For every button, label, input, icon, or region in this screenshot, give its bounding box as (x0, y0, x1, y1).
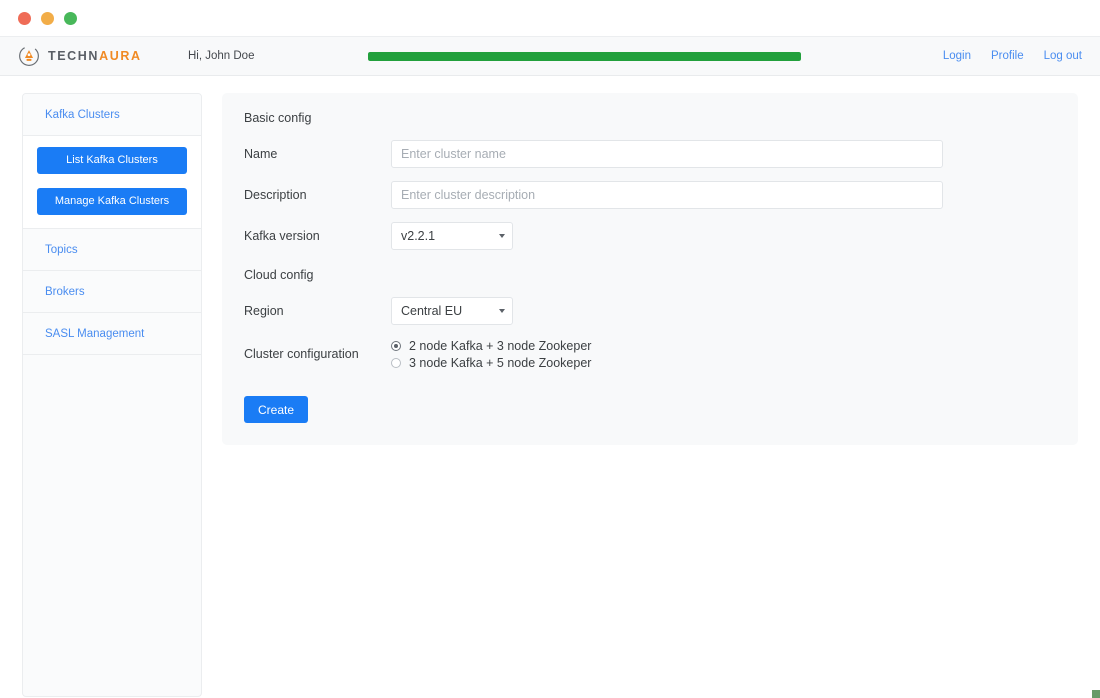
radio-option-label: 2 node Kafka + 3 node Zookeper (409, 339, 592, 353)
close-window-button[interactable] (18, 11, 31, 25)
page-body: Kafka Clusters List Kafka Clusters Manag… (0, 76, 1100, 697)
region-select[interactable]: Central EU (391, 297, 513, 325)
kafka-version-select[interactable]: v2.2.1 (391, 222, 513, 250)
create-cluster-button[interactable]: Create (244, 396, 308, 423)
radio-selected-icon[interactable] (391, 341, 401, 351)
sidebar-item-sasl-management[interactable]: SASL Management (23, 313, 201, 355)
maximize-window-button[interactable] (64, 11, 77, 25)
form-row-kafka-version: Kafka version v2.2.1 (244, 222, 1056, 250)
radio-option-2-node[interactable]: 2 node Kafka + 3 node Zookeper (391, 339, 591, 353)
sidebar-item-label: SASL Management (45, 327, 145, 340)
sidebar-item-label: Kafka Clusters (45, 108, 120, 121)
user-greeting: Hi, John Doe (188, 50, 255, 62)
brand-text-primary: TECHN (48, 49, 100, 63)
progress-bar-track (368, 51, 801, 61)
manage-kafka-clusters-button[interactable]: Manage Kafka Clusters (37, 188, 187, 215)
sidebar-item-label: Topics (45, 243, 78, 256)
brand-logo[interactable]: TECHNAURA (18, 45, 188, 67)
brand-text-accent: AURA (99, 49, 142, 63)
region-select-wrapper[interactable]: Central EU (391, 297, 513, 325)
form-row-region: Region Central EU (244, 297, 1056, 325)
nav-link-login[interactable]: Login (943, 50, 971, 62)
kafka-version-label: Kafka version (244, 229, 320, 243)
region-label: Region (244, 304, 284, 318)
progress-bar-fill (368, 51, 801, 61)
sidebar-item-topics[interactable]: Topics (23, 229, 201, 271)
cloud-config-heading: Cloud config (244, 268, 314, 282)
cluster-description-input[interactable] (391, 181, 943, 209)
brand-wordmark: TECHNAURA (48, 49, 142, 63)
cluster-name-input[interactable] (391, 140, 943, 168)
app-header: TECHNAURA Hi, John Doe Login Profile Log… (0, 36, 1100, 76)
radio-option-3-node[interactable]: 3 node Kafka + 5 node Zookeper (391, 356, 591, 370)
cluster-create-form-card: Basic config Name Description Kafka vers… (222, 93, 1078, 445)
list-kafka-clusters-button[interactable]: List Kafka Clusters (37, 147, 187, 174)
sidebar-item-kafka-clusters[interactable]: Kafka Clusters (23, 94, 201, 136)
name-label: Name (244, 147, 278, 161)
cluster-configuration-label: Cluster configuration (244, 347, 359, 361)
radio-option-label: 3 node Kafka + 5 node Zookeper (409, 356, 592, 370)
form-row-name: Name (244, 140, 1056, 168)
technaura-circle-logo-icon (19, 46, 39, 66)
corner-artifact (1092, 690, 1100, 698)
nav-link-profile[interactable]: Profile (991, 50, 1024, 62)
minimize-window-button[interactable] (41, 11, 54, 25)
radio-unselected-icon[interactable] (391, 358, 401, 368)
window-titlebar (0, 0, 1100, 36)
kafka-version-select-wrapper[interactable]: v2.2.1 (391, 222, 513, 250)
cluster-configuration-radio-group: 2 node Kafka + 3 node Zookeper 3 node Ka… (391, 338, 591, 370)
sidebar: Kafka Clusters List Kafka Clusters Manag… (22, 93, 202, 697)
nav-link-logout[interactable]: Log out (1044, 50, 1082, 62)
sidebar-item-brokers[interactable]: Brokers (23, 271, 201, 313)
header-nav: Login Profile Log out (943, 50, 1082, 62)
sidebar-kafka-clusters-subpanel: List Kafka Clusters Manage Kafka Cluster… (23, 136, 201, 229)
description-label: Description (244, 188, 307, 202)
form-row-cluster-configuration: Cluster configuration 2 node Kafka + 3 n… (244, 338, 1056, 370)
form-row-description: Description (244, 181, 1056, 209)
sidebar-item-label: Brokers (45, 285, 85, 298)
progress-bar-container (368, 51, 943, 61)
basic-config-heading: Basic config (244, 111, 312, 125)
